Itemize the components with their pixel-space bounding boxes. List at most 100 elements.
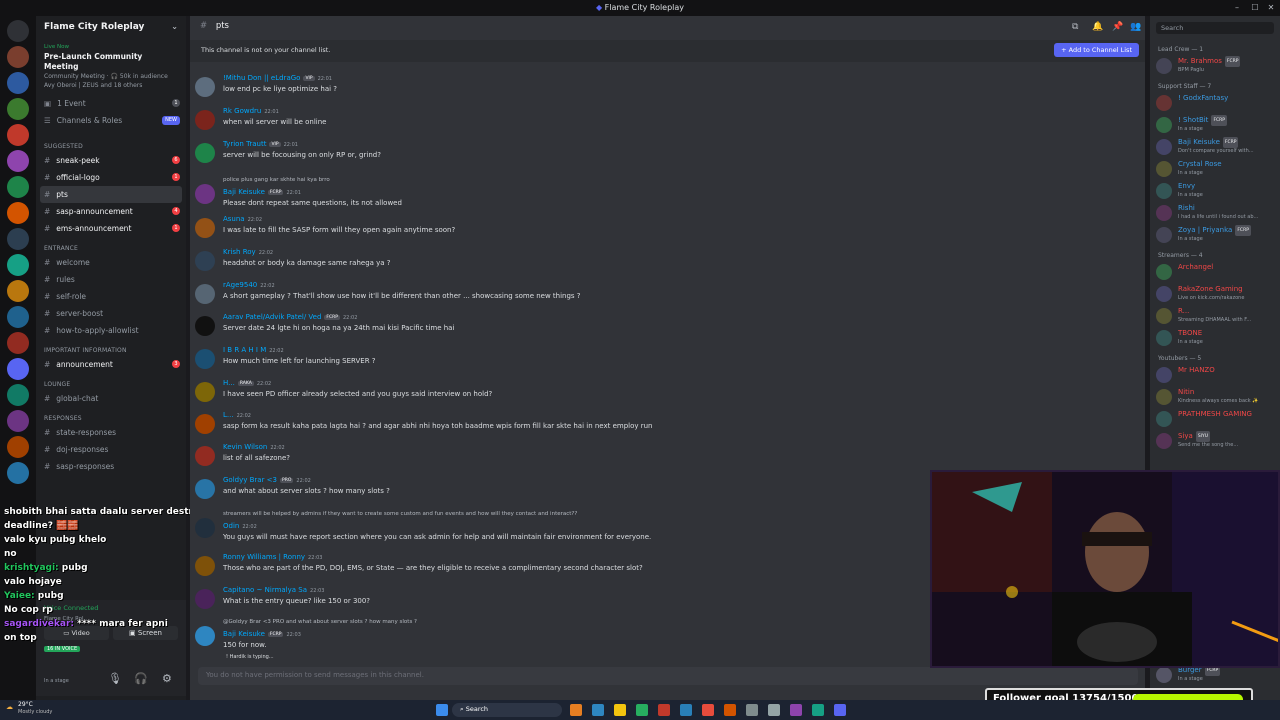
author-name[interactable]: rAge9540 <box>223 281 257 289</box>
avatar[interactable] <box>195 284 215 304</box>
server-icon[interactable] <box>7 410 29 432</box>
avatar[interactable] <box>195 184 215 204</box>
message-composer[interactable]: You do not have permission to send messa… <box>198 667 1138 685</box>
member-item[interactable]: Mr. Brahmos FCRP BPM Paglu <box>1150 55 1280 77</box>
category-entrance[interactable]: ENTRANCE <box>36 237 186 254</box>
server-icon[interactable] <box>7 72 29 94</box>
app-icon[interactable] <box>834 704 846 716</box>
server-icon[interactable] <box>7 254 29 276</box>
start-button[interactable] <box>436 704 448 716</box>
channel-sneak-peek[interactable]: # sneak-peek 6 <box>36 152 186 169</box>
member-item[interactable]: TBONE In a stage <box>1150 327 1280 349</box>
server-icon[interactable] <box>7 462 29 484</box>
app-icon[interactable] <box>812 704 824 716</box>
dm-home-icon[interactable] <box>7 20 29 42</box>
author-name[interactable]: L... <box>223 411 234 419</box>
channel-sasp-responses[interactable]: # sasp-responses <box>36 458 186 475</box>
app-icon[interactable] <box>636 704 648 716</box>
events-row[interactable]: ▣ 1 Event 1 <box>36 95 186 112</box>
member-item[interactable]: Rishi I had a life until i found out ab..… <box>1150 202 1280 224</box>
channel-announcement[interactable]: # announcement 3 <box>36 356 186 373</box>
server-icon[interactable] <box>7 332 29 354</box>
member-item[interactable]: Crystal Rose In a stage <box>1150 158 1280 180</box>
author-name[interactable]: Asuna <box>223 215 245 223</box>
channel-global-chat[interactable]: # global-chat <box>36 390 186 407</box>
app-icon[interactable] <box>680 704 692 716</box>
member-item[interactable]: Zoya | Priyanka FCRP In a stage <box>1150 224 1280 246</box>
channel-state-responses[interactable]: # state-responses <box>36 424 186 441</box>
server-icon[interactable] <box>7 280 29 302</box>
channel-self-role[interactable]: # self-role <box>36 288 186 305</box>
member-item[interactable]: R... Streaming DHAMAAL with F... <box>1150 305 1280 327</box>
author-name[interactable]: Kevin Wilson <box>223 443 267 451</box>
channel-pts[interactable]: # pts <box>40 186 182 203</box>
avatar[interactable] <box>195 143 215 163</box>
author-name[interactable]: Tyrion Trautt <box>223 140 266 148</box>
taskbar-search[interactable]: ⌕ Search <box>452 703 562 717</box>
add-to-channel-list-button[interactable]: + Add to Channel List <box>1054 43 1139 57</box>
server-icon[interactable] <box>7 228 29 250</box>
app-icon[interactable] <box>768 704 780 716</box>
reply-preview[interactable]: @Goldyy Brar <3 PRO and what about serve… <box>223 619 417 625</box>
avatar[interactable] <box>195 218 215 238</box>
author-name[interactable]: Goldyy Brar <3 <box>223 476 277 484</box>
author-name[interactable]: Aarav Patel/Advik Patel/ Ved <box>223 313 321 321</box>
channel-ems-announcement[interactable]: # ems-announcement 1 <box>36 220 186 237</box>
member-item[interactable]: Envy In a stage <box>1150 180 1280 202</box>
avatar[interactable] <box>195 479 215 499</box>
reply-preview[interactable]: police plus gang kar skhte hai kya brro <box>223 177 330 183</box>
avatar[interactable] <box>195 349 215 369</box>
server-header[interactable]: Flame City Roleplay ⌄ <box>36 16 186 40</box>
author-name[interactable]: Baji Keisuke <box>223 188 265 196</box>
channel-how-to-apply-allowlist[interactable]: # how-to-apply-allowlist <box>36 322 186 339</box>
live-event[interactable]: Live Now Pre-Launch Community Meeting Co… <box>36 40 186 93</box>
avatar[interactable] <box>195 316 215 336</box>
app-icon[interactable] <box>746 704 758 716</box>
avatar[interactable] <box>195 77 215 97</box>
author-name[interactable]: Ronny Williams | Ronny <box>223 553 305 561</box>
avatar[interactable] <box>195 251 215 271</box>
author-name[interactable]: Capitano ~ Nirmalya Sa <box>223 586 307 594</box>
category-important[interactable]: Important Information <box>36 339 186 356</box>
channel-sasp-announcement[interactable]: # sasp-announcement 4 <box>36 203 186 220</box>
reply-preview[interactable]: streamers will be helped by admins if th… <box>223 511 577 517</box>
minimize-button[interactable]: – <box>1228 0 1246 16</box>
author-name[interactable]: Krish Roy <box>223 248 256 256</box>
app-icon[interactable] <box>614 704 626 716</box>
member-item[interactable]: Mr HANZO <box>1150 364 1280 386</box>
channel-welcome[interactable]: # welcome <box>36 254 186 271</box>
server-icon[interactable] <box>7 306 29 328</box>
server-icon[interactable] <box>7 176 29 198</box>
server-icon[interactable] <box>7 46 29 68</box>
avatar[interactable] <box>195 556 215 576</box>
app-icon[interactable] <box>702 704 714 716</box>
server-icon[interactable] <box>7 202 29 224</box>
member-item[interactable]: Siya SIYU Send me the song the... <box>1150 430 1280 452</box>
member-item[interactable]: Archangel <box>1150 261 1280 283</box>
avatar[interactable] <box>195 110 215 130</box>
author-name[interactable]: Baji Keisuke <box>223 630 265 638</box>
app-icon[interactable] <box>570 704 582 716</box>
channel-official-logo[interactable]: # official-logo 1 <box>36 169 186 186</box>
author-name[interactable]: H... <box>223 379 235 387</box>
avatar[interactable] <box>195 518 215 538</box>
member-item[interactable]: Baji Keisuke FCRP Don't compare yourself w… <box>1150 136 1280 158</box>
author-name[interactable]: !Mithu Don || eLdraGo <box>223 74 300 82</box>
channel-rules[interactable]: # rules <box>36 271 186 288</box>
avatar[interactable] <box>195 414 215 434</box>
category-responses[interactable]: RESPONSES <box>36 407 186 424</box>
channels-roles-row[interactable]: ☰ Channels & Roles NEW <box>36 112 186 129</box>
author-name[interactable]: Rk Gowdru <box>223 107 261 115</box>
member-item[interactable]: RakaZone Gaming Live on kick.com/rakazone <box>1150 283 1280 305</box>
close-button[interactable]: ✕ <box>1262 0 1280 16</box>
member-item[interactable]: Nitin Kindness always comes back ✨ <box>1150 386 1280 408</box>
bell-icon[interactable]: 🔔 <box>1092 22 1103 32</box>
threads-icon[interactable]: ⧉ <box>1072 22 1078 32</box>
app-icon[interactable] <box>658 704 670 716</box>
channel-server-boost[interactable]: # server-boost <box>36 305 186 322</box>
server-icon[interactable] <box>7 98 29 120</box>
member-item[interactable]: ! ShotBit FCRP In a stage <box>1150 114 1280 136</box>
category-lounge[interactable]: Lounge <box>36 373 186 390</box>
avatar[interactable] <box>195 626 215 646</box>
members-icon[interactable]: 👥 <box>1130 22 1141 32</box>
